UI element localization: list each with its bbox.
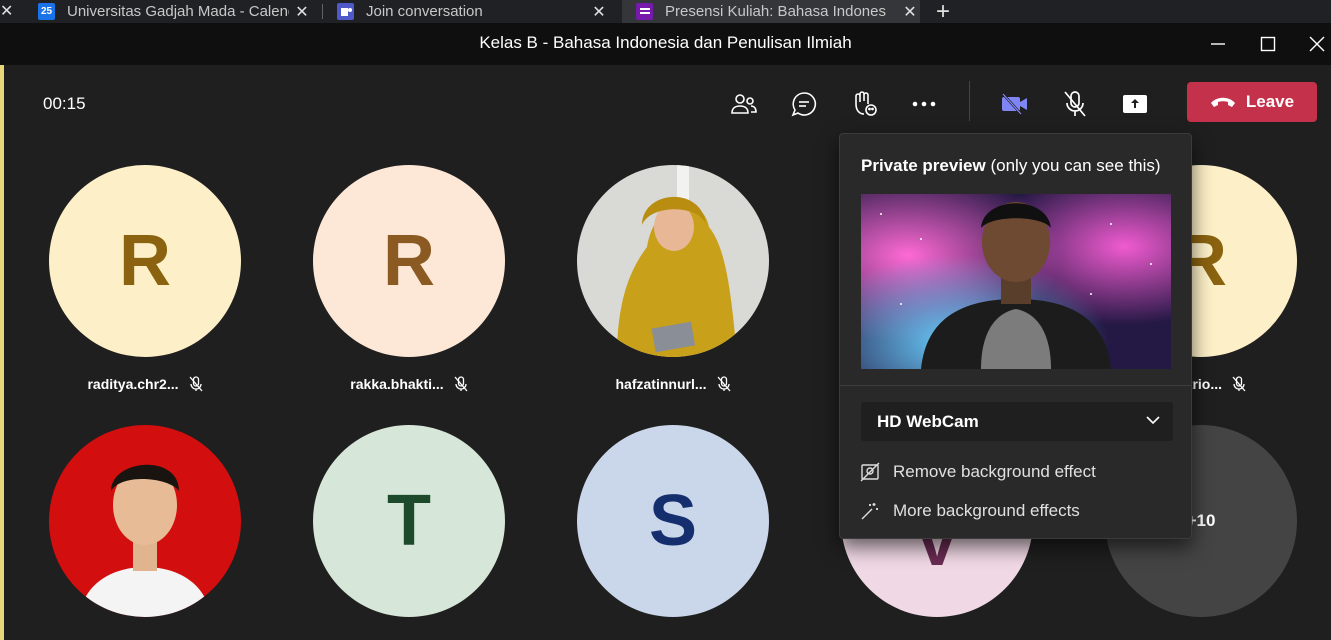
tab-title: Join conversation (366, 3, 483, 20)
camera-select[interactable]: HD WebCam (861, 402, 1173, 441)
more-background-effects-label: More background effects (893, 501, 1080, 520)
mic-muted-icon (189, 376, 203, 392)
share-screen-icon[interactable] (1118, 87, 1152, 121)
tab-close-icon[interactable]: ✕ (589, 0, 609, 23)
participant-name: raditya.chr2... (49, 374, 241, 394)
remove-background-label: Remove background effect (893, 462, 1096, 481)
tab-title: Presensi Kuliah: Bahasa Indonesia (665, 3, 887, 20)
tab-close-icon[interactable]: ✕ (900, 0, 920, 23)
chevron-down-icon (1146, 416, 1160, 425)
meeting-toolbar: 00:15 Leave (4, 65, 1331, 143)
avatar-initial: R (383, 221, 435, 301)
window-edge (0, 65, 4, 640)
remove-background-effect-button[interactable]: Remove background effect (859, 460, 1096, 484)
chat-icon[interactable] (787, 87, 821, 121)
participant-name-text: rakka.bhakti... (350, 376, 444, 392)
participant-name: atrio... (1180, 374, 1280, 394)
preview-title: Private preview (only you can see this) (861, 156, 1161, 176)
participant-name: rakka.bhakti... (313, 374, 505, 394)
mic-muted-icon (1232, 376, 1246, 392)
call-timer: 00:15 (43, 94, 86, 113)
avatar-initial: S (648, 481, 698, 561)
maximize-icon[interactable] (1253, 29, 1283, 59)
avatar-initial: T (387, 481, 431, 561)
more-options-icon[interactable] (907, 87, 941, 121)
raise-hand-icon[interactable] (847, 87, 881, 121)
new-tab-icon[interactable]: + (936, 0, 950, 23)
participant-name: hafzatinnurl... (577, 374, 769, 394)
browser-tab-teams[interactable]: Join conversation ✕ (337, 0, 609, 23)
browser-tab-calendar[interactable]: 25 Universitas Gadjah Mada - Calendar ✕ (38, 0, 312, 23)
leave-label: Leave (1245, 92, 1295, 111)
participant-avatar[interactable]: R (313, 165, 505, 357)
close-icon[interactable]: ✕ (0, 1, 13, 21)
window-close-icon[interactable] (1302, 29, 1331, 59)
camera-icon[interactable] (998, 87, 1032, 121)
participant-name-text: raditya.chr2... (87, 376, 179, 392)
minimize-icon[interactable] (1203, 29, 1233, 59)
participant-photo-hafzatinnurl[interactable] (577, 165, 769, 357)
popup-divider (840, 385, 1191, 386)
mic-muted-icon (454, 376, 468, 392)
magic-wand-icon (859, 500, 881, 522)
participant-photo-red-background[interactable] (49, 425, 241, 617)
no-background-icon (859, 461, 881, 483)
preview-title-bold: Private preview (861, 156, 986, 175)
window-title-bar: Kelas B - Bahasa Indonesia dan Penulisan… (0, 23, 1331, 65)
toolbar-divider (969, 81, 970, 121)
tab-close-icon[interactable]: ✕ (292, 0, 312, 23)
avatar-initial: R (119, 221, 171, 301)
mic-muted-icon[interactable] (1058, 87, 1092, 121)
calendar-icon: 25 (38, 3, 55, 20)
preview-title-rest: (only you can see this) (985, 156, 1161, 175)
tab-separator (322, 4, 323, 19)
participant-avatar[interactable]: R (49, 165, 241, 357)
camera-select-value: HD WebCam (877, 412, 979, 431)
leave-button[interactable]: Leave (1187, 82, 1317, 122)
browser-tab-forms[interactable]: Presensi Kuliah: Bahasa Indonesia ✕ (622, 0, 920, 23)
participant-name-text: hafzatinnurl... (615, 376, 707, 392)
teams-icon (337, 3, 354, 20)
participants-icon[interactable] (727, 87, 761, 121)
participant-avatar[interactable]: T (313, 425, 505, 617)
hang-up-icon (1210, 97, 1235, 107)
tab-title: Universitas Gadjah Mada - Calendar (67, 3, 289, 20)
private-video-preview (861, 194, 1171, 369)
window-title: Kelas B - Bahasa Indonesia dan Penulisan… (479, 33, 852, 52)
mic-muted-icon (717, 376, 730, 392)
forms-icon (636, 3, 653, 20)
camera-preview-popup: Private preview (only you can see this) … (839, 133, 1192, 539)
browser-tab-strip: ✕ 25 Universitas Gadjah Mada - Calendar … (0, 0, 1331, 23)
participant-avatar[interactable]: S (577, 425, 769, 617)
more-background-effects-button[interactable]: More background effects (859, 499, 1080, 523)
